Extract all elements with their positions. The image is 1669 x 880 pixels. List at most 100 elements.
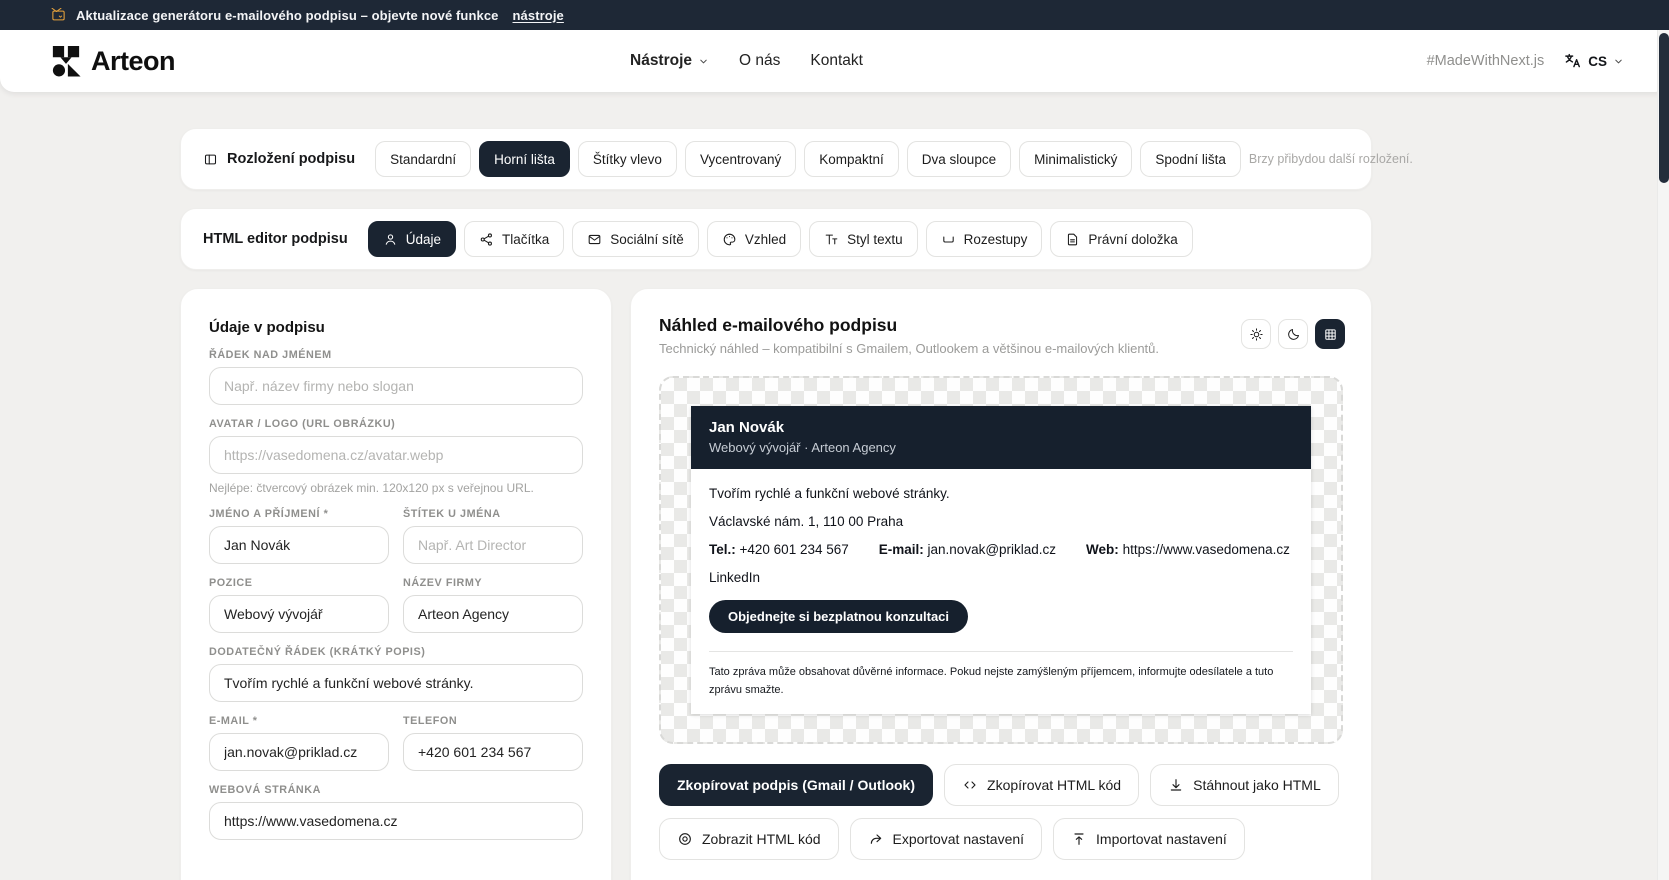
editor-bar-label: HTML editor podpisu — [203, 231, 348, 247]
copy-signature-button[interactable]: Zkopírovat podpis (Gmail / Outlook) — [659, 764, 934, 807]
show-html-button[interactable]: Zobrazit HTML kód — [659, 818, 839, 861]
signature-web: Web: https://www.vasedomena.cz — [1086, 542, 1290, 557]
nav-item-kontakt[interactable]: Kontakt — [810, 52, 863, 70]
signature-preview-panel: Náhled e-mailového podpisu Technický náh… — [630, 288, 1372, 880]
tab-vzhled[interactable]: Vzhled — [706, 221, 802, 257]
banner-link[interactable]: nástroje — [513, 8, 564, 23]
extra-line-input[interactable] — [209, 664, 583, 702]
brand-logo[interactable]: Arteon — [51, 44, 176, 78]
layout-option-dva-sloupce[interactable]: Dva sloupce — [906, 141, 1012, 177]
grid-mode-button[interactable] — [1315, 319, 1345, 349]
name-input[interactable] — [209, 526, 389, 564]
tab-styl-textu[interactable]: Styl textu — [809, 221, 918, 257]
light-mode-button[interactable] — [1241, 319, 1271, 349]
signature-linkedin-link[interactable]: LinkedIn — [709, 570, 1293, 585]
signature-data-panel: Údaje v podpisu ŘÁDEK NAD JMÉNEM AVATAR … — [180, 288, 612, 880]
translate-icon — [1565, 53, 1581, 68]
layout-option-stitky-vlevo[interactable]: Štítky vlevo — [577, 141, 677, 177]
signature-card: Jan Novák Webový vývojář · Arteon Agency… — [691, 406, 1311, 715]
preview-mode-toggle — [1241, 319, 1345, 349]
user-icon — [385, 233, 395, 245]
layout-option-horni-lista[interactable]: Horní lišta — [479, 141, 570, 177]
website-input[interactable] — [209, 802, 583, 840]
tab-rozestupy[interactable]: Rozestupy — [925, 221, 1043, 257]
page-scrollbar[interactable] — [1657, 0, 1669, 880]
signature-contacts: Tel.: +420 601 234 567 E-mail: jan.novak… — [709, 542, 1293, 557]
signature-tagline: Tvořím rychlé a funkční webové stránky. — [709, 486, 950, 501]
avatar-url-input[interactable] — [209, 436, 583, 474]
field-label-name: JMÉNO A PŘÍJMENÍ * — [209, 508, 329, 520]
scrollbar-thumb[interactable] — [1659, 33, 1669, 183]
chevron-down-icon — [700, 59, 707, 63]
signature-cta-button[interactable]: Objednejte si bezplatnou konzultaci — [709, 600, 969, 633]
signature-name: Jan Novák — [709, 419, 785, 436]
brand-name: Arteon — [91, 45, 176, 76]
export-icon — [870, 834, 881, 845]
layout-selector-bar: Rozložení podpisu Standardní Horní lišta… — [180, 128, 1413, 190]
avatar-help-text: Nejlépe: čtvercový obrázek min. 120x120 … — [209, 481, 534, 495]
field-label-line-above: ŘÁDEK NAD JMÉNEM — [209, 349, 332, 361]
moon-icon — [1287, 328, 1299, 340]
layout-option-minimalisticky[interactable]: Minimalistický — [1019, 141, 1133, 177]
field-label-email: E-MAIL * — [209, 715, 258, 727]
email-input[interactable] — [209, 733, 389, 771]
nav-item-nastroje[interactable]: Nástroje — [630, 52, 709, 70]
signature-address: Václavské nám. 1, 110 00 Praha — [709, 514, 904, 529]
position-input[interactable] — [209, 595, 389, 633]
import-settings-button[interactable]: Importovat nastavení — [1053, 818, 1245, 861]
field-label-position: POZICE — [209, 577, 253, 589]
name-tag-input[interactable] — [403, 526, 583, 564]
main-nav: Nástroje O nás Kontakt — [630, 30, 863, 92]
site-header: Arteon Nástroje O nás Kontakt #MadeWithN… — [0, 30, 1669, 92]
tab-socialni-site[interactable]: Sociální sítě — [572, 221, 699, 257]
signature-disclaimer: Tato zpráva může obsahovat důvěrné infor… — [709, 666, 1274, 696]
field-label-avatar: AVATAR / LOGO (URL OBRÁZKU) — [209, 418, 396, 430]
announcement-banner: Aktualizace generátoru e-mailového podpi… — [0, 0, 1669, 30]
phone-input[interactable] — [403, 733, 583, 771]
form-title: Údaje v podpisu — [209, 319, 325, 336]
tab-udaje[interactable]: Údaje — [367, 221, 456, 257]
code-icon — [964, 781, 976, 789]
line-above-input[interactable] — [209, 367, 583, 405]
text-style-icon — [825, 234, 838, 244]
tab-tlacitka[interactable]: Tlačítka — [464, 221, 565, 257]
company-input[interactable] — [403, 595, 583, 633]
spacing-icon — [942, 235, 954, 243]
language-code: CS — [1588, 53, 1607, 69]
layout-note: Brzy přibydou další rozložení. — [1248, 152, 1413, 166]
layout-bar-label: Rozložení podpisu — [203, 151, 355, 167]
field-label-phone: TELEFON — [403, 715, 458, 727]
arteon-logo-icon — [52, 46, 81, 77]
signature-body: Tvořím rychlé a funkční webové stránky. … — [691, 469, 1311, 714]
header-right: #MadeWithNext.js CS — [1427, 30, 1624, 92]
page-content: Rozložení podpisu Standardní Horní lišta… — [180, 128, 1413, 880]
layout-option-standardni[interactable]: Standardní — [375, 141, 472, 177]
document-icon — [1068, 233, 1078, 245]
field-label-name-tag: ŠTÍTEK U JMÉNA — [403, 508, 501, 520]
dark-mode-button[interactable] — [1278, 319, 1308, 349]
signature-divider — [709, 651, 1293, 652]
layout-icon — [204, 154, 217, 164]
export-settings-button[interactable]: Exportovat nastavení — [849, 818, 1043, 861]
signature-phone: Tel.: +420 601 234 567 — [709, 542, 849, 557]
field-label-extra-line: DODATEČNÝ ŘÁDEK (KRÁTKÝ POPIS) — [209, 646, 426, 658]
language-selector[interactable]: CS — [1564, 52, 1624, 70]
envelope-alert-icon — [51, 7, 65, 20]
field-label-website: WEBOVÁ STRÁNKA — [209, 784, 321, 796]
editor-tabs-bar: HTML editor podpisu Údaje Tlačítka Sociá… — [180, 208, 1372, 270]
signature-role-line: Webový vývojář · Arteon Agency — [709, 440, 896, 455]
sun-icon — [1249, 327, 1263, 341]
tab-pravni-dolozka[interactable]: Právní doložka — [1050, 221, 1193, 257]
envelope-icon — [588, 234, 601, 244]
banner-message: Aktualizace generátoru e-mailového podpi… — [76, 7, 499, 23]
made-with-badge: #MadeWithNext.js — [1426, 53, 1545, 69]
signature-email: E-mail: jan.novak@priklad.cz — [878, 542, 1057, 557]
copy-html-button[interactable]: Zkopírovat HTML kód — [944, 764, 1140, 807]
layout-option-spodni-lista[interactable]: Spodní lišta — [1140, 141, 1241, 177]
target-icon — [679, 833, 691, 846]
layout-option-kompaktni[interactable]: Kompaktní — [804, 141, 899, 177]
download-html-button[interactable]: Stáhnout jako HTML — [1150, 764, 1339, 807]
layout-option-vycentrovany[interactable]: Vycentrovaný — [684, 141, 797, 177]
nav-item-o-nas[interactable]: O nás — [739, 52, 780, 70]
main-columns: Údaje v podpisu ŘÁDEK NAD JMÉNEM AVATAR … — [180, 288, 1372, 880]
